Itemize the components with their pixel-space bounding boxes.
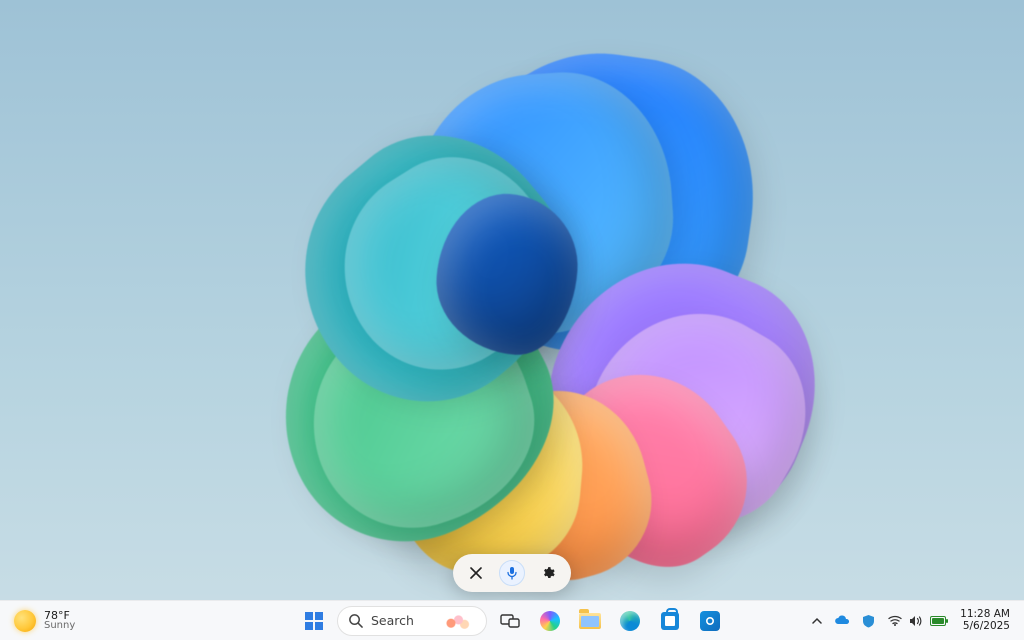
quick-settings-button[interactable] bbox=[882, 605, 952, 637]
tray-onedrive[interactable] bbox=[829, 605, 855, 637]
gear-icon bbox=[541, 566, 555, 580]
voice-settings-button[interactable] bbox=[535, 560, 561, 586]
copilot-button[interactable] bbox=[533, 604, 567, 638]
edge-icon bbox=[620, 611, 640, 631]
taskbar-search[interactable]: Search bbox=[337, 606, 487, 636]
windows-logo-icon bbox=[304, 611, 324, 631]
system-tray: 11:28 AM 5/6/2025 bbox=[807, 601, 1016, 640]
wallpaper-bloom bbox=[192, 14, 832, 574]
tray-overflow-button[interactable] bbox=[807, 605, 827, 637]
clock-date: 5/6/2025 bbox=[963, 621, 1010, 632]
task-view-button[interactable] bbox=[493, 604, 527, 638]
search-highlight-art bbox=[442, 610, 472, 632]
copilot-icon bbox=[540, 611, 560, 631]
file-explorer-button[interactable] bbox=[573, 604, 607, 638]
taskbar: 78°F Sunny Search bbox=[0, 600, 1024, 640]
close-icon bbox=[470, 567, 482, 579]
voice-mic-button[interactable] bbox=[499, 560, 525, 586]
chevron-up-icon bbox=[812, 616, 822, 626]
folder-icon bbox=[579, 613, 601, 629]
voice-input-pill bbox=[453, 554, 571, 592]
shield-icon bbox=[862, 614, 875, 628]
volume-icon bbox=[909, 615, 923, 627]
weather-text: 78°F Sunny bbox=[44, 610, 75, 631]
store-icon bbox=[661, 612, 679, 630]
task-view-icon bbox=[500, 612, 520, 630]
outlook-icon bbox=[700, 611, 720, 631]
tray-security[interactable] bbox=[857, 605, 880, 637]
voice-close-button[interactable] bbox=[463, 560, 489, 586]
search-icon bbox=[348, 613, 363, 628]
weather-condition: Sunny bbox=[44, 621, 75, 631]
weather-sun-icon bbox=[14, 610, 36, 632]
battery-icon bbox=[930, 616, 946, 626]
cloud-icon bbox=[834, 615, 850, 626]
search-placeholder: Search bbox=[371, 613, 414, 628]
microphone-icon bbox=[505, 566, 519, 580]
weather-widget[interactable]: 78°F Sunny bbox=[8, 607, 81, 635]
taskbar-clock[interactable]: 11:28 AM 5/6/2025 bbox=[954, 609, 1016, 631]
store-button[interactable] bbox=[653, 604, 687, 638]
clock-time: 11:28 AM bbox=[960, 609, 1010, 620]
taskbar-center: Search bbox=[297, 601, 727, 640]
outlook-button[interactable] bbox=[693, 604, 727, 638]
start-button[interactable] bbox=[297, 604, 331, 638]
wifi-icon bbox=[888, 615, 902, 626]
desktop[interactable]: 78°F Sunny Search bbox=[0, 0, 1024, 640]
edge-button[interactable] bbox=[613, 604, 647, 638]
